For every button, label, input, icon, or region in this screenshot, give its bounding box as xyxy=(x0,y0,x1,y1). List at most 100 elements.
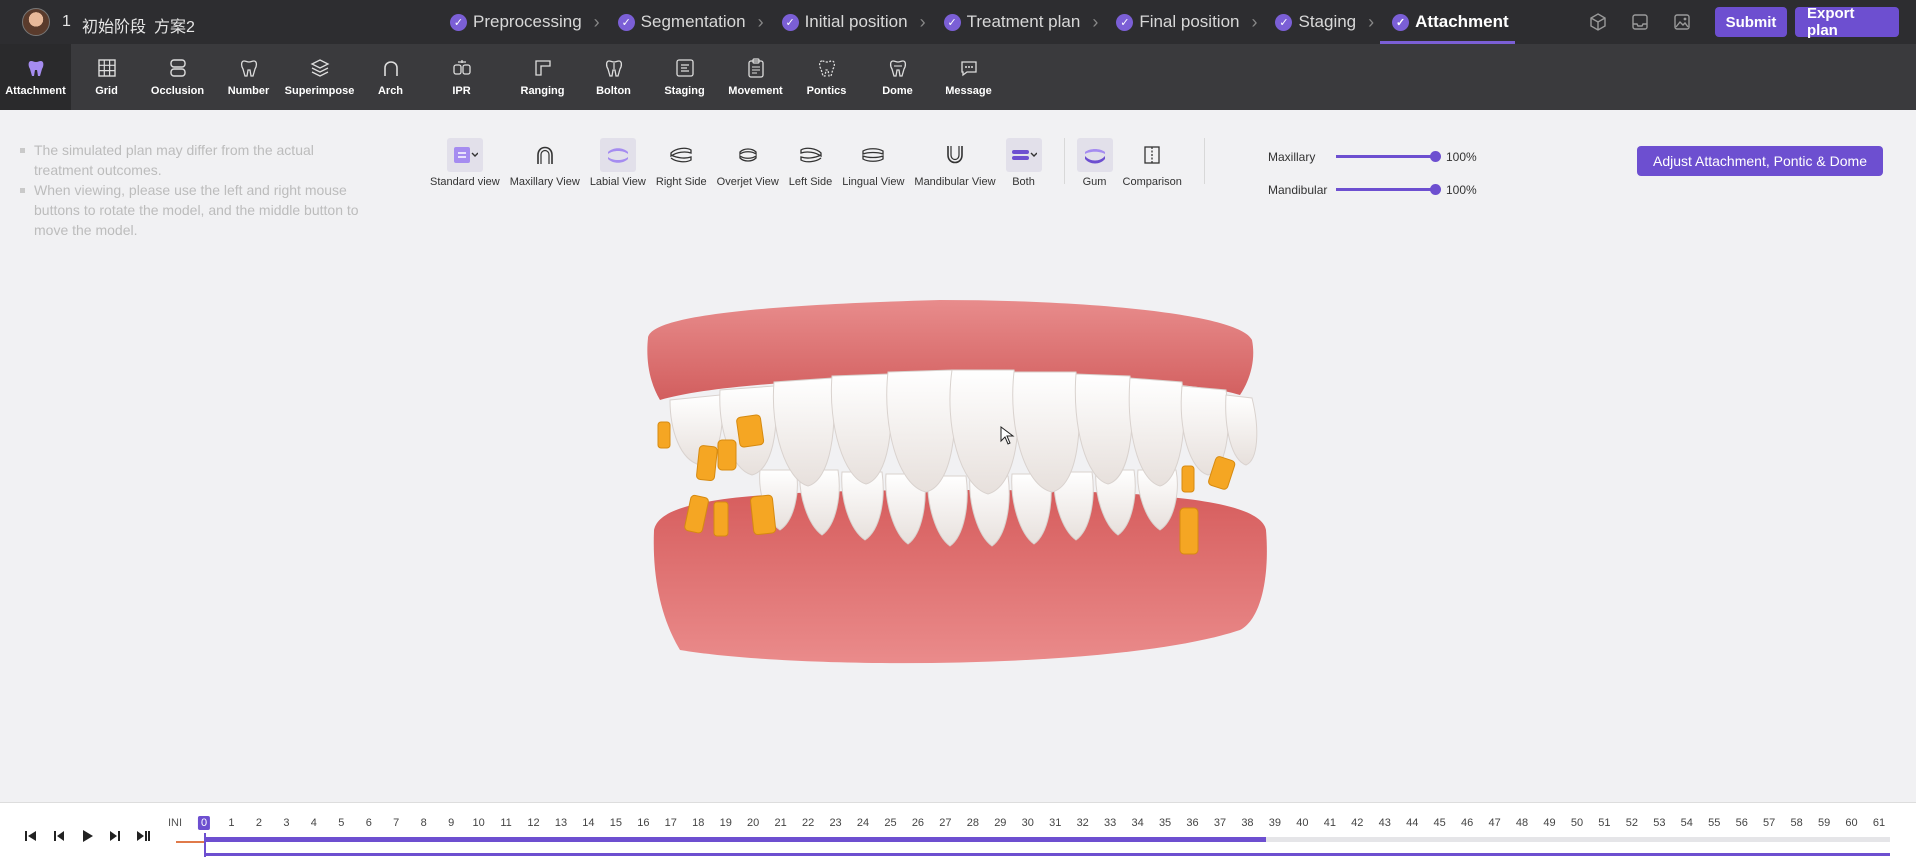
step-final-position[interactable]: ✓ Final position › xyxy=(1114,0,1273,44)
step-tick[interactable]: 35 xyxy=(1159,817,1171,829)
step-tick[interactable]: 60 xyxy=(1845,817,1857,829)
step-tick[interactable]: 32 xyxy=(1077,817,1089,829)
step-tick[interactable]: 17 xyxy=(665,817,677,829)
step-tick[interactable]: 0 xyxy=(197,816,211,830)
step-tick[interactable]: 42 xyxy=(1351,817,1363,829)
view-left-side[interactable]: Left Side xyxy=(789,138,832,188)
step-tick[interactable]: 40 xyxy=(1296,817,1308,829)
step-tick[interactable]: 3 xyxy=(283,817,289,829)
step-tick[interactable]: 33 xyxy=(1104,817,1116,829)
step-tick[interactable]: 8 xyxy=(421,817,427,829)
submit-button[interactable]: Submit xyxy=(1715,7,1787,37)
viewport[interactable]: The simulated plan may differ from the a… xyxy=(0,110,1916,802)
tool-movement[interactable]: Movement xyxy=(720,44,791,110)
step-tick[interactable]: 11 xyxy=(500,817,511,829)
step-tick[interactable]: 51 xyxy=(1598,817,1610,829)
view-labial[interactable]: Labial View xyxy=(590,138,646,188)
step-tick[interactable]: 1 xyxy=(228,817,234,829)
step-tick[interactable]: 43 xyxy=(1379,817,1391,829)
step-tick[interactable]: 58 xyxy=(1791,817,1803,829)
step-tick[interactable]: 16 xyxy=(637,817,649,829)
view-both[interactable]: Both xyxy=(1005,138,1042,188)
step-segmentation[interactable]: ✓ Segmentation › xyxy=(616,0,780,44)
step-tick[interactable]: 50 xyxy=(1571,817,1583,829)
step-tick[interactable]: 47 xyxy=(1488,817,1500,829)
last-step-icon[interactable] xyxy=(134,827,152,845)
step-attachment[interactable]: ✓ Attachment xyxy=(1380,0,1515,44)
step-tick[interactable]: 56 xyxy=(1736,817,1748,829)
step-tick[interactable]: 24 xyxy=(857,817,869,829)
step-tick[interactable]: 21 xyxy=(775,817,787,829)
step-tick[interactable]: 46 xyxy=(1461,817,1473,829)
view-maxillary[interactable]: Maxillary View xyxy=(510,138,580,188)
tool-number[interactable]: Number xyxy=(213,44,284,110)
step-tick[interactable]: 48 xyxy=(1516,817,1528,829)
tool-grid[interactable]: Grid xyxy=(71,44,142,110)
play-icon[interactable] xyxy=(78,827,96,845)
step-tick[interactable]: 49 xyxy=(1543,817,1555,829)
step-tick[interactable]: 22 xyxy=(802,817,814,829)
step-tick[interactable]: 31 xyxy=(1049,817,1061,829)
image-icon[interactable] xyxy=(1672,12,1692,32)
step-tick[interactable]: 9 xyxy=(448,817,454,829)
mandibular-slider[interactable] xyxy=(1336,184,1441,195)
cube-icon[interactable] xyxy=(1588,12,1608,32)
tool-staging[interactable]: Staging xyxy=(649,44,720,110)
step-tick[interactable]: 15 xyxy=(610,817,622,829)
previous-step-icon[interactable] xyxy=(50,827,68,845)
step-tick[interactable]: 37 xyxy=(1214,817,1226,829)
step-tick[interactable]: 54 xyxy=(1681,817,1693,829)
step-tick[interactable]: 2 xyxy=(256,817,262,829)
next-step-icon[interactable] xyxy=(106,827,124,845)
step-tick[interactable]: 61 xyxy=(1873,817,1885,829)
step-tick[interactable]: 13 xyxy=(555,817,567,829)
view-overjet[interactable]: Overjet View xyxy=(717,138,779,188)
range-track[interactable] xyxy=(204,853,1890,856)
step-tick[interactable]: 45 xyxy=(1434,817,1446,829)
slider-handle[interactable] xyxy=(1430,184,1441,195)
step-tick[interactable]: 14 xyxy=(582,817,594,829)
tool-occlusion[interactable]: Occlusion xyxy=(142,44,213,110)
tool-message[interactable]: Message xyxy=(933,44,1004,110)
tool-superimpose[interactable]: Superimpose xyxy=(284,44,355,110)
ini-label[interactable]: INI xyxy=(168,817,182,829)
step-initial-position[interactable]: ✓ Initial position › xyxy=(780,0,942,44)
tool-ipr[interactable]: IPR xyxy=(426,44,497,110)
avatar[interactable] xyxy=(22,8,50,36)
step-tick[interactable]: 26 xyxy=(912,817,924,829)
step-tick[interactable]: 27 xyxy=(939,817,951,829)
step-tick[interactable]: 28 xyxy=(967,817,979,829)
progress-track[interactable] xyxy=(204,837,1890,842)
view-lingual[interactable]: Lingual View xyxy=(842,138,904,188)
maxillary-slider[interactable] xyxy=(1336,151,1441,162)
step-tick[interactable]: 25 xyxy=(884,817,896,829)
step-tick[interactable]: 44 xyxy=(1406,817,1418,829)
step-preprocessing[interactable]: ✓ Preprocessing › xyxy=(448,0,616,44)
step-tick[interactable]: 38 xyxy=(1241,817,1253,829)
view-comparison[interactable]: Comparison xyxy=(1123,138,1182,188)
step-tick[interactable]: 57 xyxy=(1763,817,1775,829)
view-mandibular[interactable]: Mandibular View xyxy=(914,138,996,188)
step-tick[interactable]: 5 xyxy=(338,817,344,829)
step-tick[interactable]: 12 xyxy=(527,817,539,829)
tool-pontics[interactable]: Pontics xyxy=(791,44,862,110)
step-tick[interactable]: 30 xyxy=(1022,817,1034,829)
slider-handle[interactable] xyxy=(1430,151,1441,162)
step-tick[interactable]: 39 xyxy=(1269,817,1281,829)
first-step-icon[interactable] xyxy=(22,827,40,845)
step-tick[interactable]: 6 xyxy=(366,817,372,829)
step-tick[interactable]: 7 xyxy=(393,817,399,829)
step-tick[interactable]: 59 xyxy=(1818,817,1830,829)
step-tick[interactable]: 55 xyxy=(1708,817,1720,829)
step-treatment-plan[interactable]: ✓ Treatment plan › xyxy=(942,0,1115,44)
step-staging[interactable]: ✓ Staging › xyxy=(1273,0,1390,44)
view-gum[interactable]: Gum xyxy=(1076,138,1113,188)
step-tick[interactable]: 18 xyxy=(692,817,704,829)
step-tick[interactable]: 36 xyxy=(1186,817,1198,829)
tray-icon[interactable] xyxy=(1630,12,1650,32)
dental-model[interactable] xyxy=(640,290,1280,690)
tool-bolton[interactable]: Bolton xyxy=(578,44,649,110)
view-right-side[interactable]: Right Side xyxy=(656,138,707,188)
step-tick[interactable]: 10 xyxy=(472,817,484,829)
view-standard[interactable]: Standard view xyxy=(430,138,500,188)
